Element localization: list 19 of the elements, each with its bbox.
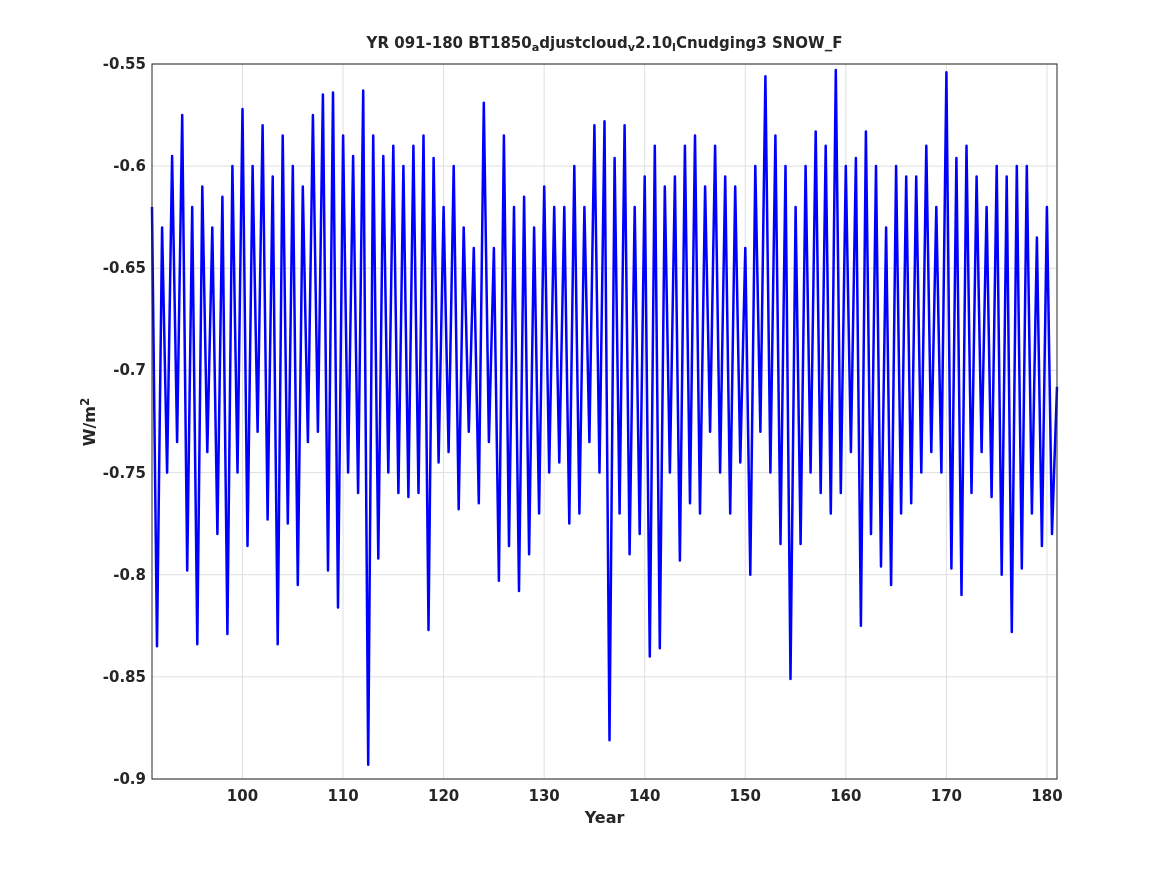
axis-label: Year <box>584 808 625 827</box>
tick-label: 130 <box>528 787 560 805</box>
tick-label: -0.9 <box>113 770 146 788</box>
tick-label: 170 <box>930 787 963 805</box>
tick-label: -0.7 <box>113 361 146 380</box>
tick-label: 100 <box>226 787 259 805</box>
tick-label: 120 <box>427 787 460 805</box>
tick-label: -0.65 <box>102 259 146 278</box>
tick-label: 110 <box>327 787 359 805</box>
tick-label: 180 <box>1031 787 1063 805</box>
tick-label: -0.8 <box>113 565 146 584</box>
tick-label: 160 <box>830 787 862 805</box>
tick-label: -0.6 <box>113 157 146 176</box>
tick-label: -0.75 <box>102 463 146 482</box>
tick-label: -0.85 <box>102 667 146 686</box>
tick-label: 140 <box>629 787 661 805</box>
tick-label: -0.55 <box>102 55 146 73</box>
chart-title: YR 091-180 BT1850$_{a}$djustcloud$_{v}$2.10$_{l}$Cnudging3 SNOW_F <box>366 33 843 55</box>
tick-label: 150 <box>729 787 761 805</box>
